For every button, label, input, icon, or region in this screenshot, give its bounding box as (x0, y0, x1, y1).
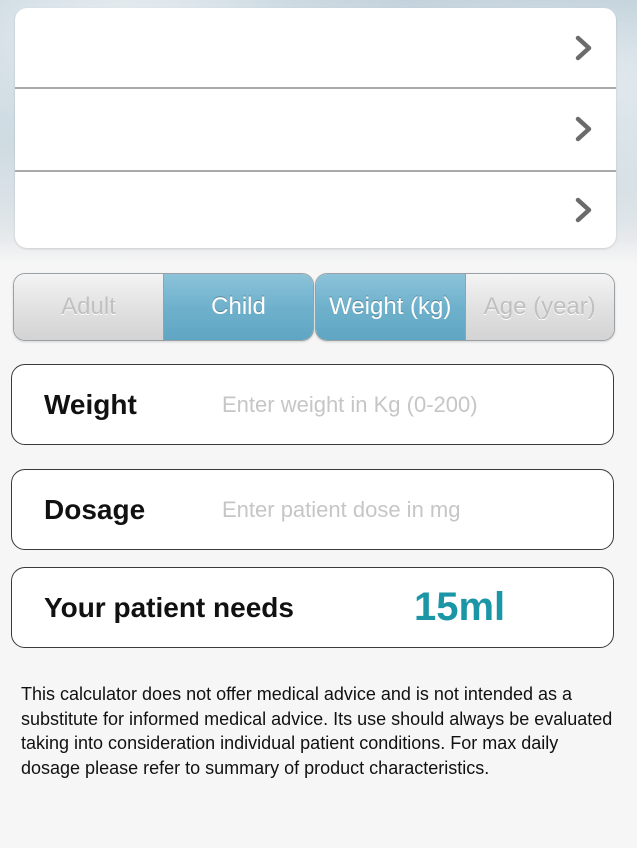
result-value: 15ml (414, 585, 506, 629)
dosage-input[interactable] (222, 492, 592, 528)
result-panel: Your patient needs 15ml (11, 567, 614, 648)
menu-row-1[interactable] (15, 8, 616, 88)
dosage-label: Dosage (44, 493, 146, 525)
chevron-right-icon (572, 114, 596, 144)
age-segment[interactable]: Age (year) (464, 274, 614, 340)
weight-field: Weight (11, 364, 614, 445)
patient-type-segmented-control: Adult Child (13, 273, 314, 341)
menu-row-2[interactable] (15, 89, 616, 169)
adult-segment[interactable]: Adult (14, 274, 163, 340)
weight-segment[interactable]: Weight (kg) (316, 274, 465, 340)
chevron-right-icon (572, 33, 596, 63)
result-label: Your patient needs (44, 591, 294, 623)
dosage-field: Dosage (11, 469, 614, 550)
menu-card (15, 8, 616, 248)
chevron-right-icon (572, 195, 596, 225)
weight-label: Weight (44, 388, 137, 420)
disclaimer-text: This calculator does not offer medical a… (21, 684, 613, 778)
child-segment[interactable]: Child (163, 274, 313, 340)
weight-input[interactable] (222, 387, 592, 423)
menu-row-3[interactable] (15, 172, 616, 248)
dose-basis-segmented-control: Weight (kg) Age (year) (315, 273, 615, 341)
